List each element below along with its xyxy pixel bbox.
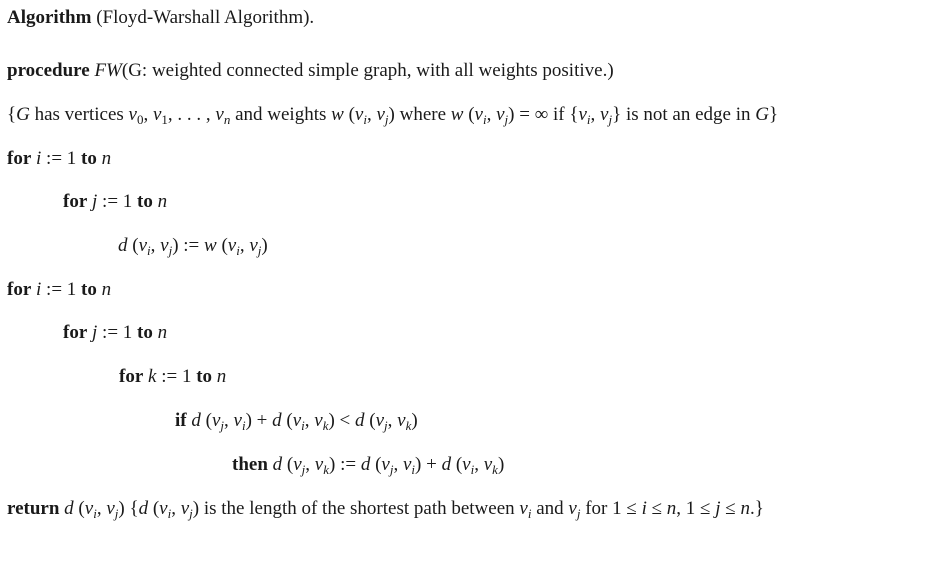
loop-i-init: for i := 1 to n — [7, 147, 111, 171]
return-comment: and — [531, 498, 569, 519]
procedure-params: (G: weighted connected simple graph, wit… — [121, 60, 614, 81]
return-comment: is the length of the shortest path betwe… — [199, 498, 520, 519]
to-keyword: to — [81, 148, 97, 169]
comment-text: where — [394, 104, 451, 125]
comment-text: is not an edge in — [621, 104, 756, 125]
infinity-clause: = ∞ if — [514, 104, 570, 125]
loop-end: n — [157, 191, 168, 212]
assign: := 1 — [97, 322, 138, 343]
comment-text: and weights — [230, 104, 332, 125]
to-keyword: to — [196, 366, 213, 387]
plus-operator: + — [421, 454, 442, 475]
loop-end: n — [157, 322, 168, 343]
for-keyword: for — [63, 322, 88, 343]
procedure-line: procedure FW(G: weighted connected simpl… — [7, 59, 614, 83]
algorithm-title: Algorithm (Floyd-Warshall Algorithm). — [7, 6, 314, 30]
to-keyword: to — [81, 279, 97, 300]
for-keyword: for — [7, 279, 32, 300]
algorithm-name: (Floyd-Warshall Algorithm). — [96, 7, 315, 28]
procedure-keyword: procedure — [7, 60, 90, 81]
less-than-operator: < — [334, 410, 356, 431]
assign: := — [178, 235, 205, 256]
comment-vertices: {G has vertices v0, v1, . . . , vn and w… — [7, 104, 779, 127]
return-comment: for 1 ≤ — [580, 498, 642, 519]
to-keyword: to — [137, 322, 153, 343]
brace-open: { — [7, 104, 17, 125]
assign: := 1 — [97, 191, 138, 212]
return-comment: , 1 ≤ — [676, 498, 716, 519]
assign: := 1 — [41, 148, 82, 169]
return-statement: return d (vi, vj) {d (vi, vj) is the len… — [7, 498, 764, 521]
for-keyword: for — [63, 191, 88, 212]
return-comment: ≤ — [646, 498, 667, 519]
loop-j-init: for j := 1 to n — [63, 190, 167, 214]
loop-end: n — [216, 366, 227, 387]
init-distance-statement: d (vi, vj) := w (vi, vj) — [118, 235, 268, 258]
return-comment: .} — [749, 498, 764, 519]
comment-text: has vertices — [29, 104, 129, 125]
then-statement: then d (vj, vk) := d (vj, vi) + d (vi, v… — [232, 454, 505, 477]
procedure-name: FW — [94, 60, 122, 81]
plus-operator: + — [251, 410, 273, 431]
ellipsis: , . . . , — [167, 104, 216, 125]
loop-end: n — [101, 279, 112, 300]
if-keyword: if — [175, 410, 187, 431]
brace-close: } — [769, 104, 779, 125]
then-keyword: then — [232, 454, 268, 475]
for-keyword: for — [7, 148, 32, 169]
algorithm-label: Algorithm — [7, 7, 92, 28]
assign: := 1 — [156, 366, 197, 387]
return-comment: ≤ — [720, 498, 741, 519]
assign: := — [335, 454, 361, 475]
for-keyword: for — [119, 366, 144, 387]
graph-symbol: G — [755, 104, 769, 125]
return-keyword: return — [7, 498, 60, 519]
loop-end: n — [101, 148, 112, 169]
loop-j-main: for j := 1 to n — [63, 321, 167, 345]
loop-i-main: for i := 1 to n — [7, 278, 111, 302]
if-condition: if d (vj, vi) + d (vi, vk) < d (vj, vk) — [175, 410, 418, 433]
to-keyword: to — [137, 191, 153, 212]
assign: := 1 — [41, 279, 82, 300]
loop-k-main: for k := 1 to n — [119, 365, 226, 389]
graph-symbol: G — [16, 104, 30, 125]
